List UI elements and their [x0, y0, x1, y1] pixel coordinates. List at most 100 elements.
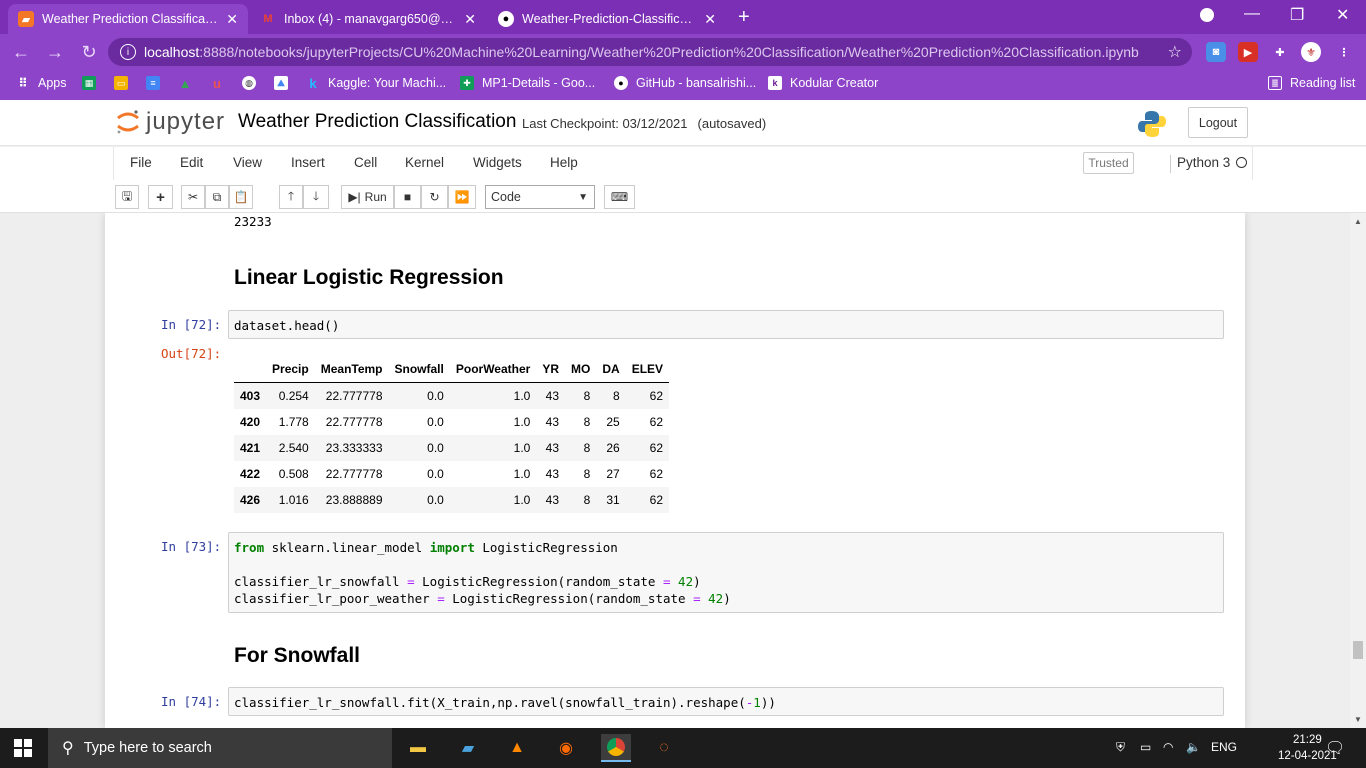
command-palette-icon[interactable]: ⌨ — [604, 185, 635, 209]
run-button[interactable]: ▶| Run — [341, 185, 394, 209]
bookmark-sheets[interactable]: ▦ — [82, 76, 104, 90]
close-tab-icon[interactable]: ✕ — [226, 11, 238, 28]
cell-72-input[interactable]: dataset.head() — [228, 310, 1224, 339]
back-icon[interactable]: ← — [4, 42, 38, 63]
language-indicator[interactable]: ENG — [1211, 740, 1237, 754]
file-explorer-icon[interactable]: ▬ — [404, 734, 432, 762]
menu-view[interactable]: View — [233, 155, 262, 170]
trusted-indicator[interactable]: Trusted — [1083, 152, 1134, 174]
column-header: Snowfall — [388, 356, 450, 383]
jupyter-logo[interactable]: jupyter — [116, 108, 225, 136]
cell-type-select[interactable]: Code ▼ — [485, 185, 595, 209]
menu-cell[interactable]: Cell — [354, 155, 377, 170]
restart-run-all-icon[interactable]: ⏩ — [448, 185, 476, 209]
menu-help[interactable]: Help — [550, 155, 578, 170]
cell-73-input[interactable]: from sklearn.linear_model import Logisti… — [228, 532, 1224, 613]
scroll-down-icon[interactable]: ▼ — [1354, 715, 1362, 724]
menu-edit[interactable]: Edit — [180, 155, 203, 170]
reload-icon[interactable]: ↻ — [72, 42, 106, 63]
code-operator: = — [693, 591, 701, 606]
table-cell: 62 — [649, 467, 664, 481]
scrollbar-thumb[interactable] — [1353, 641, 1363, 659]
bookmark-photos[interactable]: ⛰ — [274, 76, 296, 90]
chrome-icon[interactable] — [601, 734, 631, 762]
close-window-icon[interactable]: ✕ — [1336, 5, 1349, 25]
github-icon: ● — [498, 11, 514, 27]
windows-start-icon[interactable] — [14, 739, 32, 757]
site-info-icon[interactable]: i — [120, 44, 136, 60]
tab-gmail[interactable]: M Inbox (4) - manavgarg650@gmail ✕ — [250, 4, 486, 34]
logout-button[interactable]: Logout — [1188, 107, 1248, 138]
chrome-menu-icon[interactable]: ⋮ — [1334, 42, 1354, 62]
security-icon[interactable]: ⛨ — [1116, 740, 1125, 755]
bookmark-kodular[interactable]: k Kodular Creator — [768, 76, 878, 90]
cut-icon[interactable]: ✂ — [181, 185, 205, 209]
bookmark-github[interactable]: ● GitHub - bansalrishi... — [614, 76, 756, 90]
menu-kernel[interactable]: Kernel — [405, 155, 444, 170]
row-index: 403 — [240, 389, 261, 403]
bookmark-drive[interactable]: ▲ — [178, 76, 200, 91]
table-cell: 1.0 — [513, 493, 531, 507]
close-tab-icon[interactable]: ✕ — [464, 11, 476, 28]
restart-icon[interactable]: ↻ — [421, 185, 448, 209]
minimize-icon[interactable]: — — [1244, 5, 1260, 23]
paste-icon[interactable]: 📋 — [229, 185, 253, 209]
sheets-icon: ✚ — [460, 76, 474, 90]
jupyter-taskbar-icon[interactable]: ◌ — [650, 734, 678, 762]
page-scrollbar[interactable]: ▲ ▼ — [1350, 213, 1366, 728]
cell-73-in-prompt: In [73]: — [161, 539, 222, 554]
forward-icon[interactable]: → — [38, 42, 72, 63]
column-header: YR — [536, 356, 565, 383]
table-cell: 0.0 — [427, 467, 444, 481]
table-cell: 43 — [545, 493, 559, 507]
interrupt-icon[interactable]: ■ — [394, 185, 421, 209]
menu-insert[interactable]: Insert — [291, 155, 325, 170]
save-icon[interactable]: 🖫 — [115, 185, 139, 209]
new-tab-button[interactable]: + — [738, 6, 750, 29]
reading-list[interactable]: ≣ Reading list — [1268, 76, 1355, 90]
bookmark-mp1-details[interactable]: ✚ MP1-Details - Goo... — [460, 76, 595, 90]
extensions-puzzle-icon[interactable]: ✚ — [1270, 42, 1290, 62]
firefox-icon[interactable]: ◉ — [552, 734, 580, 762]
udemy-icon: u — [213, 75, 221, 91]
bookmark-star-icon[interactable]: ☆ — [1168, 42, 1182, 62]
bookmark-udemy[interactable]: u — [210, 75, 232, 91]
battery-icon[interactable]: ▭ — [1140, 740, 1151, 754]
cell-74-input[interactable]: classifier_lr_snowfall.fit(X_train,np.ra… — [228, 687, 1224, 716]
notebook-title[interactable]: Weather Prediction Classification — [238, 111, 516, 133]
profile-avatar[interactable]: ⚜ — [1301, 42, 1321, 62]
bookmark-apps[interactable]: ⠿ Apps — [16, 76, 66, 90]
menu-file[interactable]: File — [130, 155, 152, 170]
camera-extension-icon[interactable]: ◙ — [1206, 42, 1226, 62]
insert-cell-icon[interactable]: + — [148, 185, 173, 209]
address-bar[interactable]: i localhost :8888/notebooks/jupyterProje… — [108, 38, 1192, 66]
bookmark-kaggle[interactable]: k Kaggle: Your Machi... — [306, 76, 446, 91]
jupyter-logo-text: jupyter — [146, 108, 226, 135]
tab-github[interactable]: ● Weather-Prediction-Classification ✕ — [488, 4, 726, 34]
extension-icon[interactable]: ▶ — [1238, 42, 1258, 62]
volume-icon[interactable]: 🔈 — [1186, 740, 1201, 754]
profile-menu-icon[interactable] — [1200, 8, 1214, 22]
scroll-up-icon[interactable]: ▲ — [1354, 217, 1362, 226]
move-down-icon[interactable]: 🡓 — [303, 185, 329, 209]
maximize-icon[interactable]: ❐ — [1290, 5, 1304, 25]
menu-widgets[interactable]: Widgets — [473, 155, 522, 170]
vlc-icon[interactable]: ▲ — [503, 734, 531, 762]
jupyter-logo-icon — [117, 110, 139, 134]
close-tab-icon[interactable]: ✕ — [704, 11, 716, 28]
code-token: )) — [760, 695, 776, 710]
notification-icon[interactable]: 🗨 — [1325, 738, 1345, 758]
copy-icon[interactable]: ⧉ — [205, 185, 229, 209]
monitor-app-icon[interactable]: ▰ — [454, 734, 482, 762]
run-icon: ▶| — [348, 190, 361, 204]
bookmark-label: GitHub - bansalrishi... — [636, 76, 757, 90]
tab-weather-notebook[interactable]: ▰ Weather Prediction Classification ✕ — [8, 4, 248, 34]
run-label: Run — [364, 190, 387, 204]
wifi-icon[interactable]: ◠ — [1163, 740, 1173, 754]
move-up-icon[interactable]: 🡑 — [279, 185, 303, 209]
bookmark-slides[interactable]: ▭ — [114, 76, 136, 90]
bookmark-globe[interactable]: ◍ — [242, 76, 264, 90]
taskbar-search[interactable]: ⚲ Type here to search — [48, 728, 392, 768]
table-cell: 22.777778 — [325, 389, 383, 403]
bookmark-docs[interactable]: ≡ — [146, 76, 168, 90]
